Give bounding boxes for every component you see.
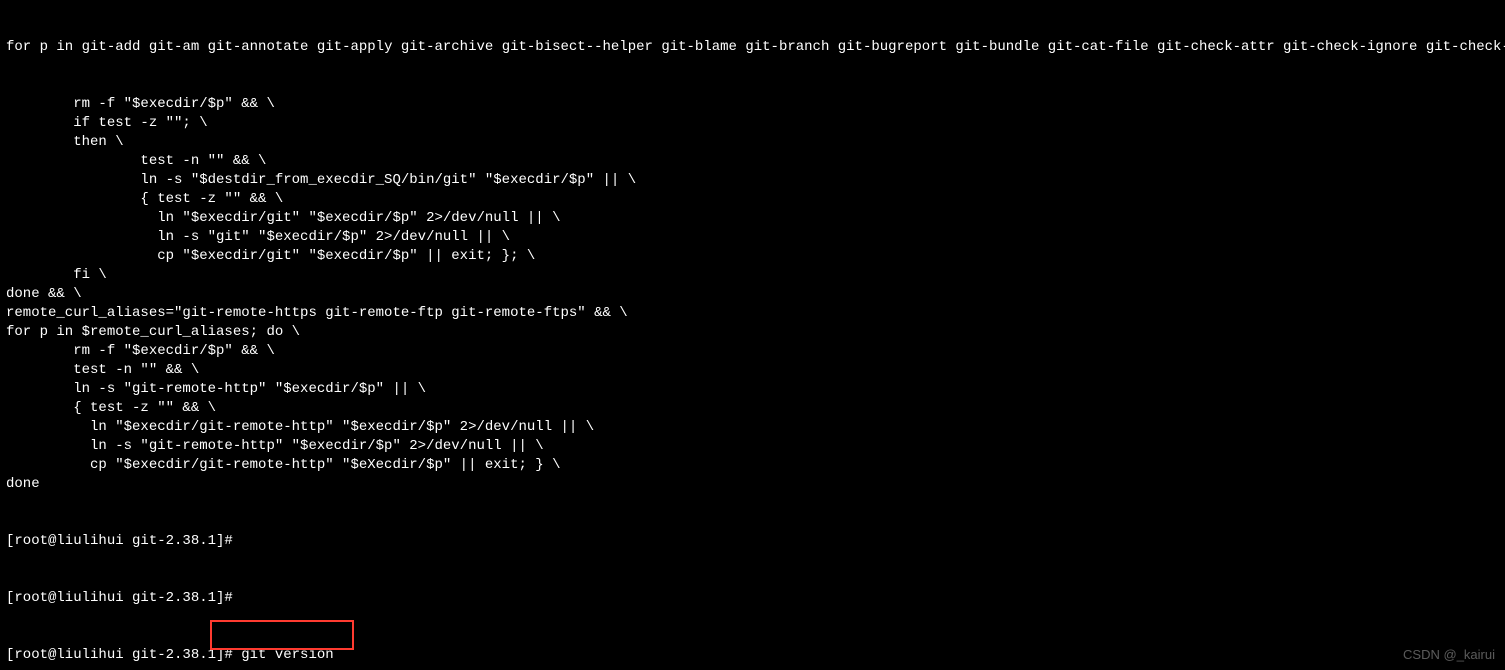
typed-command: git version (241, 647, 333, 663)
script-line: ln "$execdir/git" "$execdir/$p" 2>/dev/n… (6, 209, 1499, 228)
shell-prompt: [root@liulihui git-2.38.1]# (6, 589, 1499, 608)
script-line: ln -s "git-remote-http" "$execdir/$p" ||… (6, 380, 1499, 399)
script-body: rm -f "$execdir/$p" && \ if test -z ""; … (6, 95, 1499, 494)
script-line: rm -f "$execdir/$p" && \ (6, 95, 1499, 114)
script-line: rm -f "$execdir/$p" && \ (6, 342, 1499, 361)
watermark: CSDN @_kairui (1403, 645, 1495, 664)
shell-prompt-line[interactable]: [root@liulihui git-2.38.1]# git version (6, 646, 1499, 665)
script-line: test -n "" && \ (6, 361, 1499, 380)
script-line: done && \ (6, 285, 1499, 304)
script-line: ln -s "git-remote-http" "$execdir/$p" 2>… (6, 437, 1499, 456)
shell-prompt: [root@liulihui git-2.38.1]# (6, 532, 1499, 551)
script-line: fi \ (6, 266, 1499, 285)
script-line: for p in $remote_curl_aliases; do \ (6, 323, 1499, 342)
script-line: { test -z "" && \ (6, 399, 1499, 418)
loop-prefix: for p in (6, 39, 82, 55)
script-line: if test -z ""; \ (6, 114, 1499, 133)
script-line: remote_curl_aliases="git-remote-https gi… (6, 304, 1499, 323)
script-line: { test -z "" && \ (6, 190, 1499, 209)
script-line: cp "$execdir/git-remote-http" "$eXecdir/… (6, 456, 1499, 475)
terminal-output: for p in git-add git-am git-annotate git… (0, 0, 1505, 670)
script-line: ln -s "$destdir_from_execdir_SQ/bin/git"… (6, 171, 1499, 190)
git-command-loop: for p in git-add git-am git-annotate git… (6, 38, 1499, 57)
script-line: ln "$execdir/git-remote-http" "$execdir/… (6, 418, 1499, 437)
shell-prompt-prefix: [root@liulihui git-2.38.1]# (6, 647, 241, 663)
script-line: done (6, 475, 1499, 494)
script-line: ln -s "git" "$execdir/$p" 2>/dev/null ||… (6, 228, 1499, 247)
script-line: then \ (6, 133, 1499, 152)
script-line: test -n "" && \ (6, 152, 1499, 171)
script-line: cp "$execdir/git" "$execdir/$p" || exit;… (6, 247, 1499, 266)
